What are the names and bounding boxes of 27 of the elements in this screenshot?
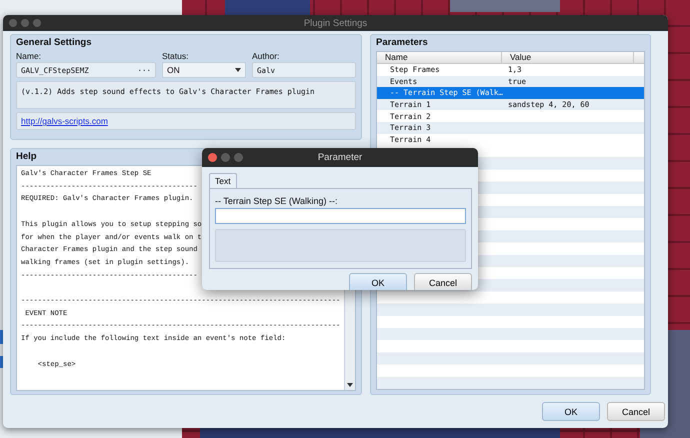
tab[interactable]: Text <box>209 173 237 188</box>
cancel-button[interactable]: Cancel <box>414 273 472 290</box>
close-dot-icon[interactable] <box>208 153 217 162</box>
dropdown-arrow-icon <box>235 68 241 72</box>
field-label: Name: <box>16 51 42 61</box>
cancel-button[interactable]: Cancel <box>607 402 665 421</box>
zoom-dot-icon[interactable] <box>33 19 41 27</box>
window-title: Plugin Settings <box>304 18 368 28</box>
zoom-dot-icon[interactable] <box>234 153 243 162</box>
dialog-title: Parameter <box>318 152 362 163</box>
panel-heading: General Settings <box>16 37 92 48</box>
ok-button[interactable]: OK <box>349 273 407 290</box>
status-dropdown[interactable]: ON <box>162 62 246 78</box>
url-link[interactable]: http://galvs-scripts.com <box>21 116 108 126</box>
text-input-field[interactable] <box>215 208 466 224</box>
minimize-dot-icon[interactable] <box>221 153 230 162</box>
minimize-dot-icon[interactable] <box>21 19 29 27</box>
column-header[interactable]: Value <box>502 52 634 63</box>
column-header[interactable]: Name <box>377 52 502 63</box>
field-label: Status: <box>162 51 190 61</box>
scroll-down-arrow-icon[interactable] <box>346 380 354 389</box>
panel-heading: Help <box>16 151 37 162</box>
ok-button[interactable]: OK <box>542 402 600 421</box>
close-dot-icon[interactable] <box>9 19 17 27</box>
field-label: -- Terrain Step SE (Walking) --: <box>215 196 339 206</box>
field-label: Author: <box>252 51 280 61</box>
panel-heading: Parameters <box>376 37 428 48</box>
